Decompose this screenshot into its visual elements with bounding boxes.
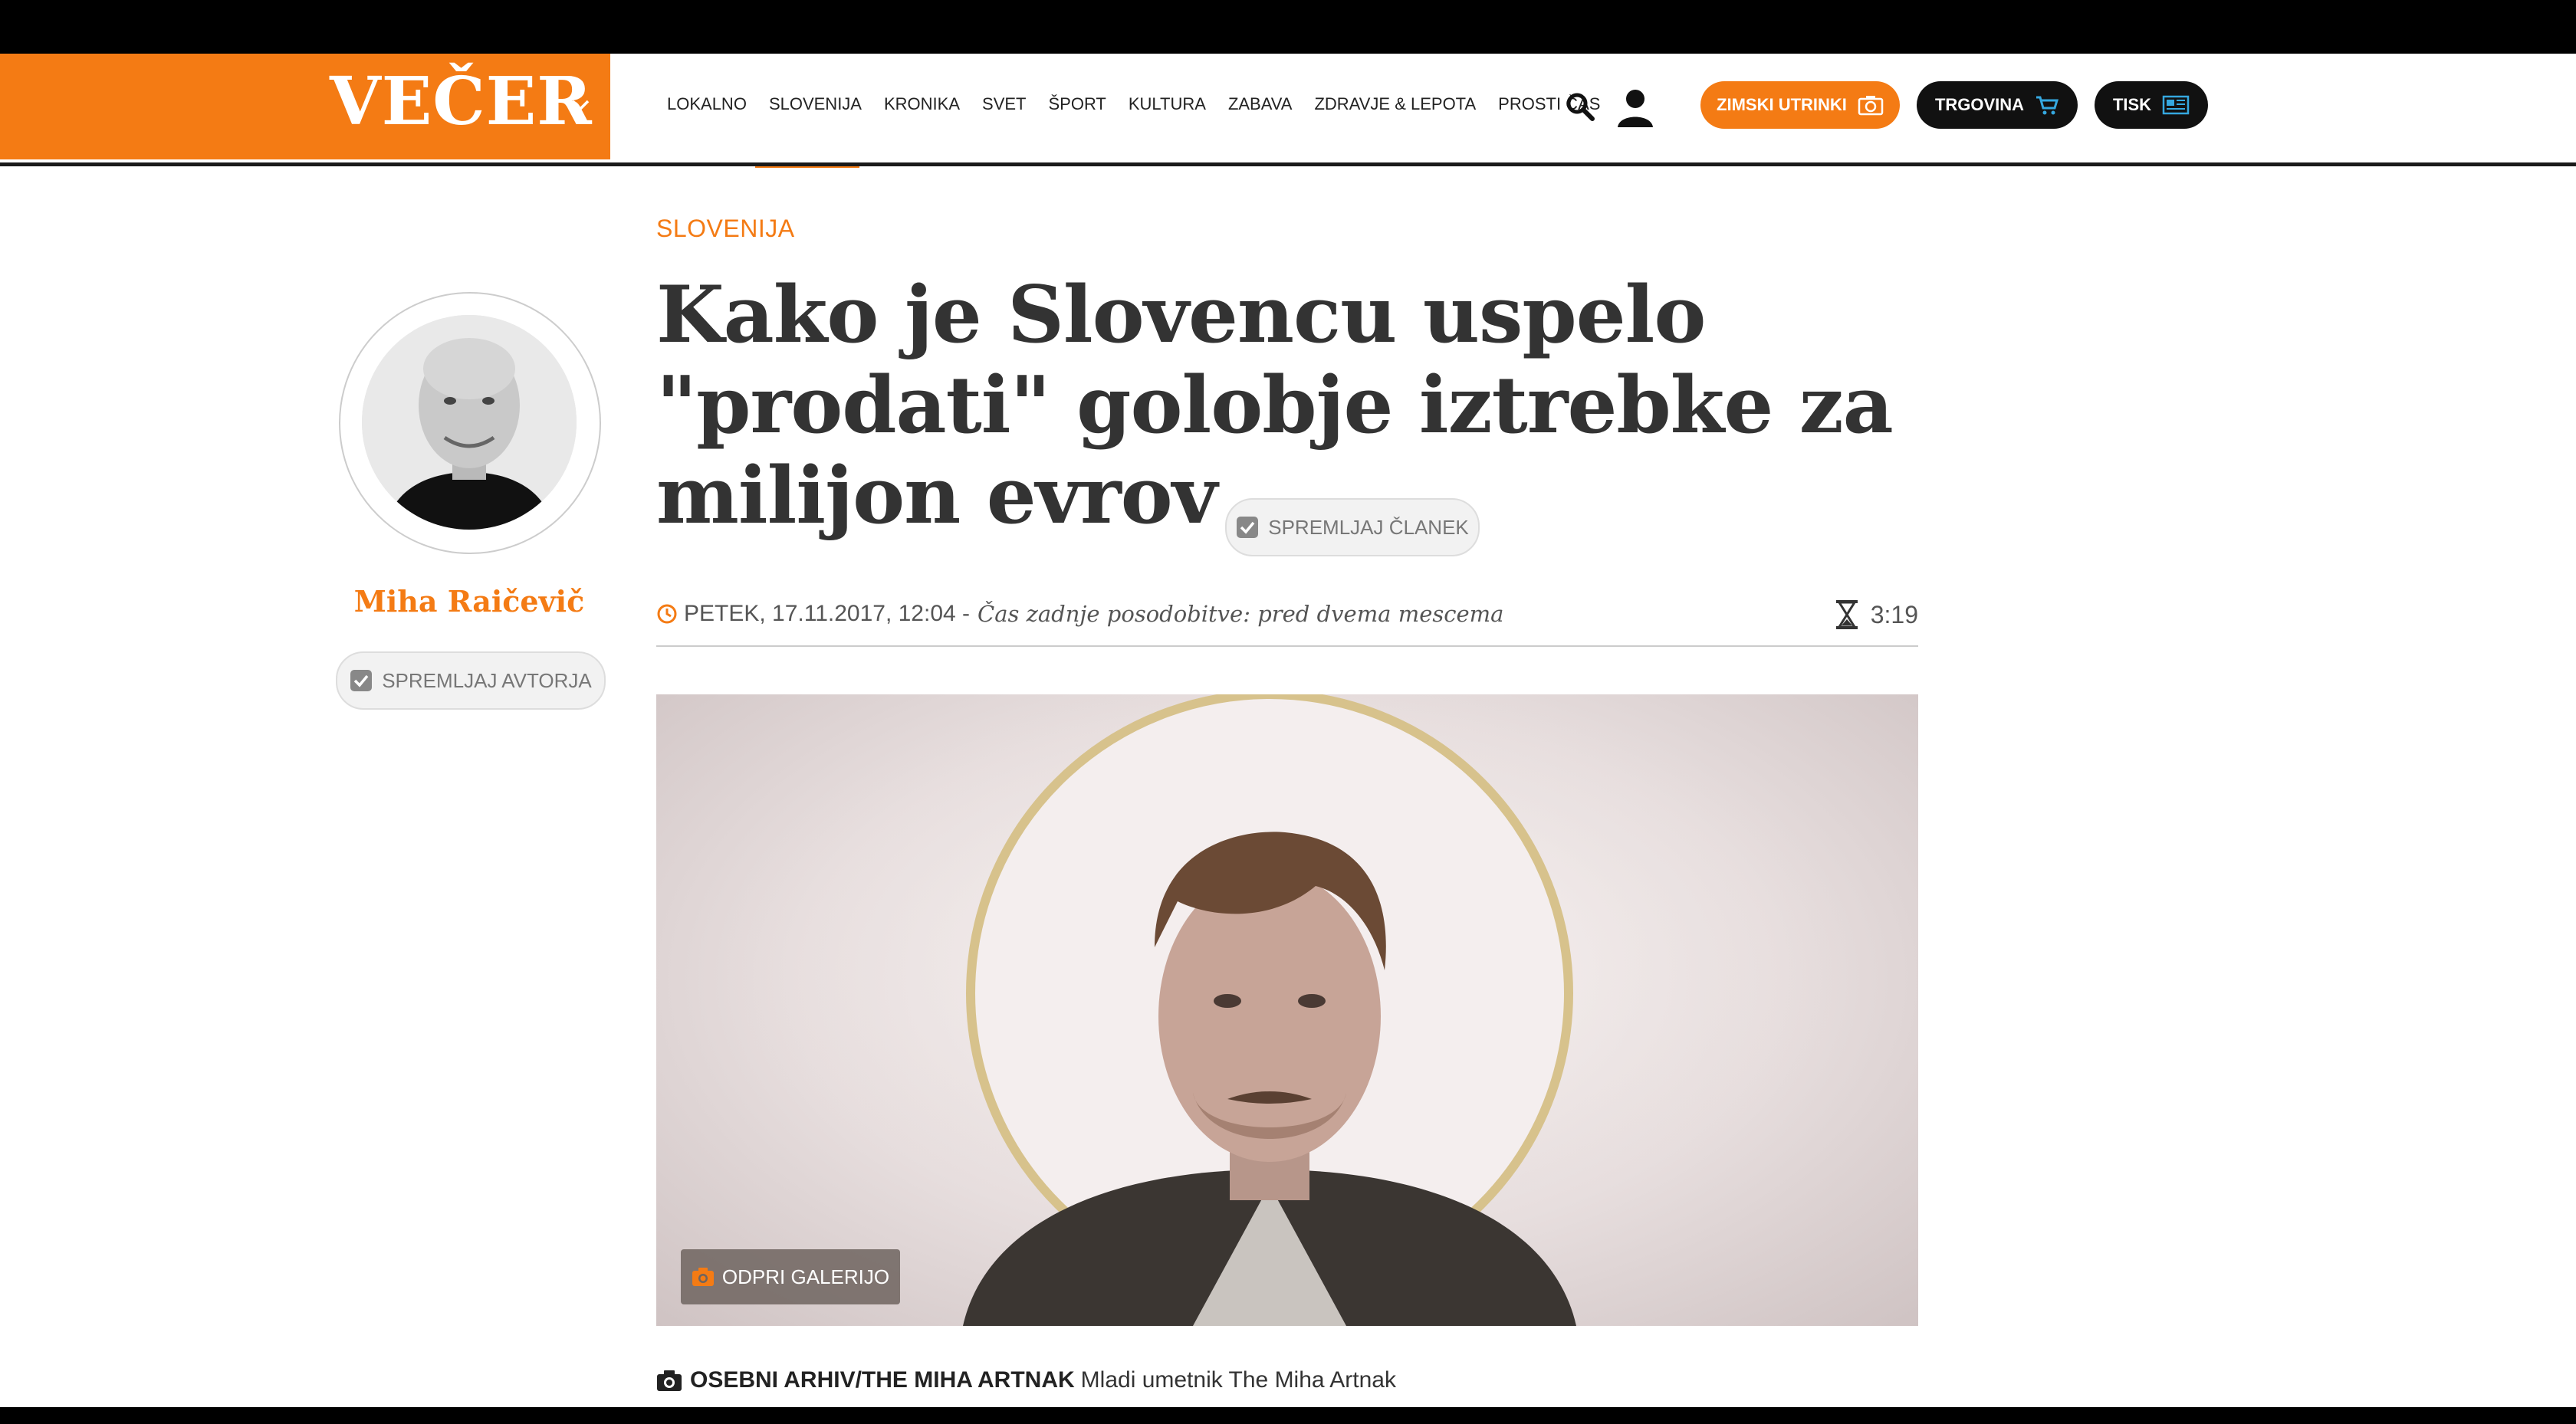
tisk-button[interactable]: TISK xyxy=(2095,81,2208,129)
avatar[interactable] xyxy=(362,315,577,530)
zimski-utrinki-button[interactable]: ZIMSKI UTRINKI xyxy=(1700,81,1900,129)
bottom-black-bar xyxy=(0,1407,2576,1424)
checkbox-icon xyxy=(1237,517,1259,538)
open-gallery-label: ODPRI GALERIJO xyxy=(721,1265,890,1288)
nav-item-kronika[interactable]: KRONIKA xyxy=(884,94,960,114)
follow-article-button[interactable]: SPREMLJAJ ČLANEK xyxy=(1225,498,1480,556)
chevron-down-icon[interactable] xyxy=(569,94,592,116)
hero-illustration xyxy=(656,694,1918,1326)
site-logo[interactable]: VEČER xyxy=(330,63,593,140)
follow-author-button[interactable]: SPREMLJAJ AVTORJA xyxy=(336,651,606,710)
header-divider xyxy=(0,162,2576,166)
nav-item-kultura[interactable]: KULTURA xyxy=(1129,94,1206,114)
section-label[interactable]: SLOVENIJA xyxy=(656,215,795,243)
nav-item-svet[interactable]: SVET xyxy=(982,94,1026,114)
camera-icon xyxy=(1858,96,1884,116)
nav-item-sport[interactable]: ŠPORT xyxy=(1048,94,1106,114)
author-name[interactable]: Miha Raičevič xyxy=(337,584,601,618)
zimski-utrinki-label: ZIMSKI UTRINKI xyxy=(1717,95,1847,114)
nav-item-zdravje-lepota[interactable]: ZDRAVJE & LEPOTA xyxy=(1314,94,1476,114)
nav-item-slovenija[interactable]: SLOVENIJA xyxy=(769,94,862,114)
meta-left: PETEK, 17.11.2017, 12:04 - Čas zadnje po… xyxy=(656,601,1503,627)
reading-time: 3:19 xyxy=(1870,600,1918,628)
meta-right: 3:19 xyxy=(1834,599,1918,630)
author-portrait xyxy=(362,315,577,530)
search-icon[interactable] xyxy=(1564,90,1596,123)
top-black-bar xyxy=(0,0,2576,54)
trgovina-button[interactable]: TRGOVINA xyxy=(1917,81,2078,129)
camera-icon xyxy=(657,1370,682,1391)
tisk-label: TISK xyxy=(2112,95,2152,114)
clock-icon xyxy=(657,604,677,624)
caption-text: Mladi umetnik The Miha Artnak xyxy=(1080,1367,1396,1393)
cart-icon xyxy=(2036,96,2059,115)
hourglass-icon xyxy=(1835,600,1858,629)
user-icon[interactable] xyxy=(1616,87,1654,129)
article-meta: PETEK, 17.11.2017, 12:04 - Čas zadnje po… xyxy=(656,599,1918,647)
newspaper-icon xyxy=(2162,95,2190,115)
image-caption: OSEBNI ARHIV/THE MIHA ARTNAK Mladi umetn… xyxy=(656,1367,1396,1393)
nav-item-zabava[interactable]: ZABAVA xyxy=(1228,94,1293,114)
update-time: Čas zadnje posodobitve: pred dvema mesce… xyxy=(978,601,1504,627)
follow-article-label: SPREMLJAJ ČLANEK xyxy=(1268,515,1469,539)
hero-image[interactable]: ODPRI GALERIJO xyxy=(656,694,1918,1326)
follow-author-label: SPREMLJAJ AVTORJA xyxy=(382,668,592,692)
camera-icon xyxy=(692,1268,714,1286)
nav-item-lokalno[interactable]: LOKALNO xyxy=(667,94,747,114)
caption-credit: OSEBNI ARHIV/THE MIHA ARTNAK xyxy=(690,1367,1075,1393)
open-gallery-button[interactable]: ODPRI GALERIJO xyxy=(681,1249,900,1304)
checkbox-icon xyxy=(350,670,373,691)
publish-date: PETEK, 17.11.2017, 12:04 - xyxy=(684,601,971,626)
main-nav: LOKALNO SLOVENIJA KRONIKA SVET ŠPORT KUL… xyxy=(667,83,1622,126)
trgovina-label: TRGOVINA xyxy=(1934,95,2025,114)
